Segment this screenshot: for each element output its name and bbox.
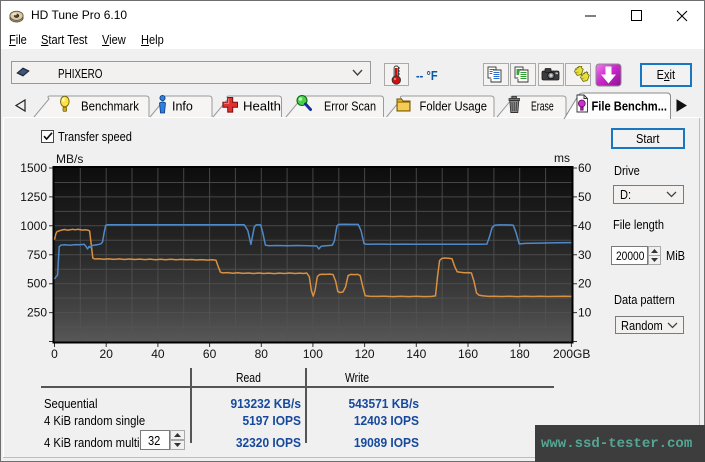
- svg-text:Benchmark: Benchmark: [81, 100, 140, 114]
- svg-text:140: 140: [406, 347, 426, 361]
- svg-text:50: 50: [578, 190, 592, 204]
- svg-text:200GB: 200GB: [553, 347, 590, 361]
- svg-text:250: 250: [27, 306, 47, 320]
- svg-text:Erase: Erase: [531, 100, 554, 114]
- svg-text:60: 60: [203, 347, 217, 361]
- svg-text:20: 20: [578, 277, 592, 291]
- svg-text:1250: 1250: [20, 190, 47, 204]
- svg-text:Info: Info: [172, 100, 193, 114]
- svg-text:750: 750: [27, 248, 47, 262]
- svg-text:120: 120: [355, 347, 375, 361]
- svg-text:1500: 1500: [20, 161, 47, 175]
- svg-text:40: 40: [578, 219, 592, 233]
- svg-text:60: 60: [578, 161, 592, 175]
- svg-text:0: 0: [51, 347, 58, 361]
- svg-text:1000: 1000: [20, 219, 47, 233]
- svg-text:30: 30: [578, 248, 592, 262]
- svg-text:File Benchm...: File Benchm...: [592, 100, 668, 114]
- svg-text:Health: Health: [243, 100, 281, 114]
- svg-text:Error Scan: Error Scan: [324, 100, 376, 114]
- svg-text:ms: ms: [554, 151, 570, 165]
- svg-text:80: 80: [255, 347, 269, 361]
- svg-text:Folder Usage: Folder Usage: [420, 100, 488, 114]
- svg-text:10: 10: [578, 306, 592, 320]
- svg-text:180: 180: [510, 347, 530, 361]
- svg-text:500: 500: [27, 277, 47, 291]
- svg-text:MB/s: MB/s: [56, 152, 83, 166]
- svg-text:20: 20: [100, 347, 114, 361]
- svg-text:160: 160: [458, 347, 478, 361]
- svg-text:40: 40: [151, 347, 165, 361]
- svg-text:100: 100: [303, 347, 323, 361]
